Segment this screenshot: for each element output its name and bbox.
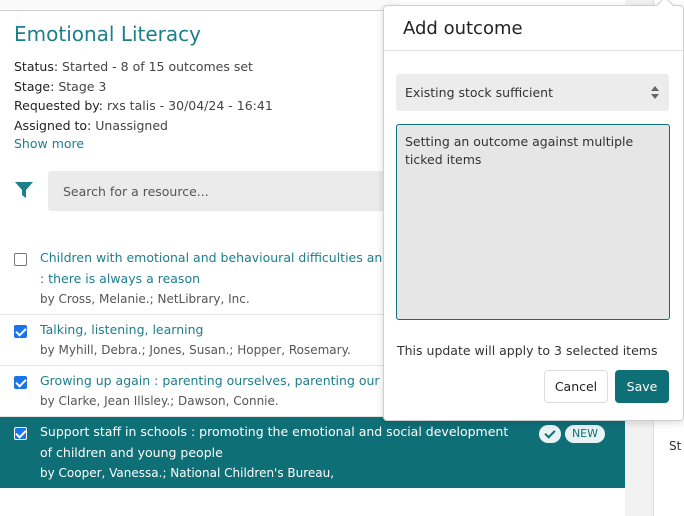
meta-requested-value: rxs talis - 30/04/24 - 16:41 — [107, 98, 273, 113]
item-checkbox[interactable] — [14, 253, 27, 266]
meta-requested-by: Requested by: rxs talis - 30/04/24 - 16:… — [14, 96, 273, 116]
item-badges: NEW — [538, 425, 605, 443]
popover-arrow — [656, 0, 674, 14]
filter-icon[interactable] — [14, 180, 34, 200]
top-border — [0, 0, 400, 11]
new-badge: NEW — [564, 425, 605, 443]
meta-assigned-value: Unassigned — [95, 117, 168, 133]
meta-status-label: Status: — [14, 59, 59, 74]
item-checkbox[interactable] — [14, 325, 27, 338]
outcome-note-textarea[interactable]: Setting an outcome against multiple tick… — [396, 124, 670, 320]
cancel-button[interactable]: Cancel — [544, 370, 608, 403]
page-title: Emotional Literacy — [14, 22, 201, 46]
show-more-link[interactable]: Show more — [14, 136, 84, 151]
request-meta: Status: Started - 8 of 15 outcomes set S… — [14, 57, 273, 135]
list-item-selected[interactable]: Support staff in schools : promoting the… — [0, 417, 625, 488]
meta-stage-label: Stage: — [14, 78, 55, 94]
apply-note: This update will apply to 3 selected ite… — [397, 343, 658, 358]
meta-stage-value: Stage 3 — [58, 78, 107, 94]
item-title[interactable]: Support staff in schools : promoting the… — [40, 421, 625, 463]
popover-divider — [384, 50, 683, 51]
popover-title: Add outcome — [403, 18, 523, 39]
add-outcome-popover: Add outcome Existing stock sufficient Se… — [383, 0, 684, 421]
search-input[interactable] — [48, 171, 408, 211]
save-button[interactable]: Save — [615, 370, 669, 403]
meta-stage: Stage: Stage 3 — [14, 77, 273, 97]
check-icon — [538, 425, 561, 443]
item-checkbox[interactable] — [14, 376, 27, 389]
right-panel-fragment: St — [669, 439, 682, 453]
item-checkbox[interactable] — [14, 427, 27, 440]
meta-requested-label: Requested by: — [14, 98, 104, 113]
meta-assigned-to: Assigned to: Unassigned — [14, 116, 273, 136]
select-arrows-icon — [651, 86, 659, 100]
item-authors: by Cooper, Vanessa.; National Children's… — [40, 466, 335, 480]
meta-assigned-label: Assigned to: — [14, 117, 92, 133]
meta-status-value: Started - 8 of 15 outcomes set — [62, 59, 253, 74]
outcome-select-value: Existing stock sufficient — [405, 85, 554, 100]
meta-status: Status: Started - 8 of 15 outcomes set — [14, 57, 273, 77]
outcome-select[interactable]: Existing stock sufficient — [396, 74, 669, 111]
